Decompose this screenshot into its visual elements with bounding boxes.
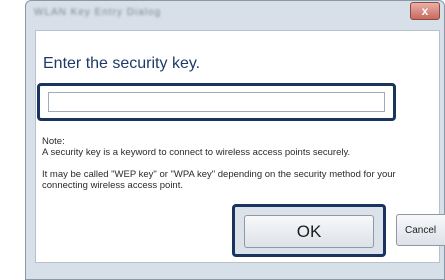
note-text: Note: A security key is a keyword to con… [42,136,396,191]
close-button[interactable]: x [410,2,440,20]
ok-button-highlight: OK [232,204,386,257]
window-title: WLAN Key Entry Dialog [34,7,162,18]
note-line-1: A security key is a keyword to connect t… [42,147,351,158]
note-line-2: It may be called "WEP key" or "WPA key" … [42,169,396,180]
title-bar[interactable]: WLAN Key Entry Dialog x [26,1,444,31]
security-key-dialog: WLAN Key Entry Dialog x Enter the securi… [25,0,445,280]
ok-button[interactable]: OK [244,215,374,248]
close-icon: x [421,4,429,18]
note-line-3: connecting wireless access point. [42,180,183,191]
cancel-button[interactable]: Cancel [396,214,445,246]
security-key-input[interactable] [48,92,385,112]
dialog-heading: Enter the security key. [43,55,201,72]
security-key-highlight [37,83,396,121]
note-label: Note: [42,136,65,147]
